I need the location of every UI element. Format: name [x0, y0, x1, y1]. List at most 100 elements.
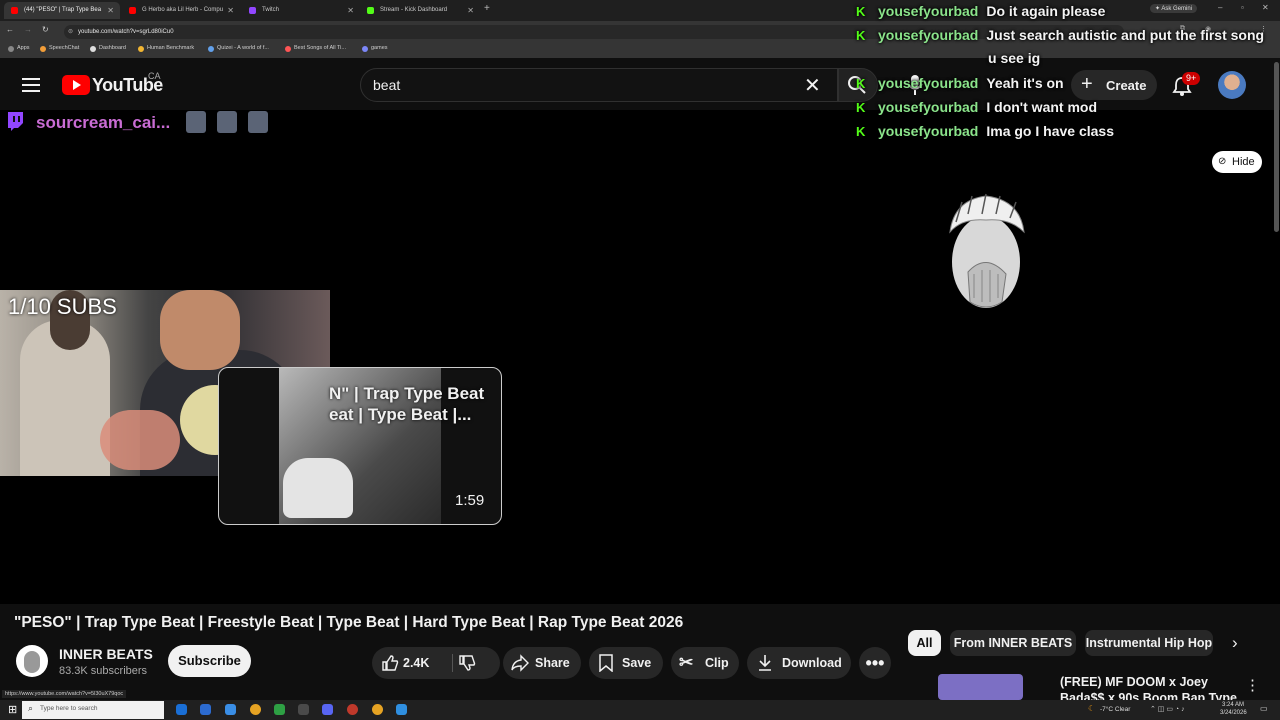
emote-icon: [217, 111, 237, 133]
reload-icon[interactable]: ↻: [42, 25, 49, 34]
hide-button[interactable]: ⊘ Hide: [1212, 151, 1262, 173]
recommendation-title[interactable]: (FREE) MF DOOM x Joey: [1060, 675, 1208, 689]
bookmark-best-songs[interactable]: Best Songs of All Ti...: [285, 45, 346, 52]
clear-search-icon[interactable]: ✕: [804, 73, 821, 98]
tab-twitch[interactable]: Twitch ✕: [242, 2, 360, 19]
tab-youtube-peso[interactable]: (44) "PESO" | Trap Type Bea ✕: [4, 2, 120, 19]
tab-kick-dashboard[interactable]: Stream - Kick Dashboard ✕: [360, 2, 480, 19]
scissors-icon: ✂: [679, 653, 694, 672]
emote-icon: [186, 111, 206, 133]
dashboard-icon: [90, 46, 96, 52]
clock-time: 3:24 AM: [1222, 702, 1245, 708]
app-icon[interactable]: [225, 704, 236, 715]
subs-goal: 1/10 SUBS: [8, 294, 117, 319]
new-tab-icon[interactable]: +: [484, 3, 490, 14]
chat-username: yousefyourbad: [878, 123, 979, 139]
close-tab-icon[interactable]: ✕: [227, 2, 234, 19]
minimize-icon[interactable]: –: [1218, 3, 1222, 12]
tab-label: Twitch: [262, 7, 280, 13]
bookmark-label: Best Songs of All Ti...: [294, 45, 346, 51]
maximize-icon[interactable]: ▫: [1241, 3, 1244, 12]
share-label: Share: [535, 656, 570, 670]
video-preview-card[interactable]: N" | Trap Type Beat eat | Type Beat |...…: [218, 367, 502, 525]
ask-gemini-button[interactable]: ✦ Ask Gemini: [1150, 4, 1198, 13]
more-vertical-icon[interactable]: ⋮: [1245, 676, 1260, 694]
video-player[interactable]: sourcream_cai... 1/10 SUBS N" | Trap Typ…: [0, 110, 1280, 604]
bookmark-icon: [599, 654, 613, 672]
download-button[interactable]: Download: [747, 647, 851, 679]
notification-center-icon[interactable]: ▭: [1260, 704, 1268, 713]
bookmark-dashboard[interactable]: Dashboard: [90, 45, 126, 52]
search-input[interactable]: beat ✕: [360, 68, 838, 102]
url-text: youtube.com/watch?v=sgrLd80iCu0: [78, 29, 174, 35]
bookmark-apps[interactable]: Apps: [8, 45, 30, 52]
taskbar-search-input[interactable]: ⌕ Type here to search: [22, 701, 164, 719]
chat-username: yousefyourbad: [878, 27, 979, 43]
forward-icon[interactable]: →: [24, 25, 32, 34]
app-icon[interactable]: [396, 704, 407, 715]
close-tab-icon[interactable]: ✕: [107, 2, 114, 19]
chip-instrumental-hip-hop[interactable]: Instrumental Hip Hop: [1085, 630, 1213, 656]
bookmark-label: Quizei - A world of f...: [217, 45, 269, 51]
chevron-right-icon[interactable]: ›: [1232, 633, 1238, 653]
channel-avatar[interactable]: [16, 645, 48, 677]
clip-label: Clip: [705, 656, 729, 670]
more-horizontal-icon: •••: [865, 653, 885, 673]
close-window-icon[interactable]: ✕: [1262, 3, 1269, 12]
edge-icon[interactable]: [176, 704, 187, 715]
like-count: 2.4K: [403, 656, 430, 670]
thumbs-up-icon: [382, 655, 399, 671]
close-tab-icon[interactable]: ✕: [467, 2, 474, 19]
hamburger-menu-icon[interactable]: [22, 78, 40, 92]
discord-icon[interactable]: [322, 704, 333, 715]
chrome-icon[interactable]: [372, 704, 383, 715]
chrome-icon[interactable]: [250, 704, 261, 715]
share-button[interactable]: Share: [503, 647, 581, 679]
channel-name[interactable]: INNER BEATS: [59, 646, 153, 662]
tray-icons[interactable]: ⌃ ◫ ▭ ◔ ♪: [1150, 705, 1185, 713]
twitch-logo-icon: [8, 112, 23, 131]
bookmark-speechchat[interactable]: SpeechChat: [40, 45, 79, 52]
more-actions-button[interactable]: •••: [859, 647, 891, 679]
preview-duration: 1:59: [455, 492, 485, 509]
scrollbar[interactable]: [1274, 62, 1279, 232]
save-label: Save: [622, 656, 652, 670]
tab-youtube-gherbo[interactable]: G Herbo aka Lil Herb - Compu ✕: [122, 2, 240, 19]
save-button[interactable]: Save: [589, 647, 663, 679]
taskbar-search-placeholder: Type here to search: [40, 705, 98, 712]
video-title: "PESO" | Trap Type Beat | Freestyle Beat…: [14, 614, 684, 631]
avatar[interactable]: [1218, 71, 1246, 99]
like-button[interactable]: 2.4K: [372, 647, 450, 679]
obs-icon[interactable]: [347, 704, 358, 715]
dislike-button[interactable]: [454, 647, 500, 679]
create-button[interactable]: + Create: [1071, 70, 1157, 100]
chat-text: u see ig: [988, 50, 1041, 66]
chat-message-continuation: u see ig: [988, 50, 1040, 72]
subscribe-button[interactable]: Subscribe: [168, 645, 251, 677]
notification-badge: 9+: [1182, 72, 1201, 85]
chat-message: Kyousefyourbad Do it again please: [856, 3, 1105, 25]
bookmark-human-benchmark[interactable]: Human Benchmark: [138, 45, 194, 52]
best-songs-icon: [285, 46, 291, 52]
plus-icon: +: [1081, 73, 1093, 95]
status-url: https://www.youtube.com/watch?v=5l30uX79…: [2, 690, 127, 698]
bookmark-games[interactable]: games: [362, 45, 388, 52]
bookmark-quizei[interactable]: Quizei - A world of f...: [208, 45, 269, 52]
back-icon[interactable]: ←: [6, 25, 14, 34]
windows-start-icon[interactable]: ⊞: [8, 703, 17, 716]
download-icon: [759, 655, 771, 671]
clip-button[interactable]: ✂ Clip: [671, 647, 739, 679]
recommendation-thumbnail[interactable]: [938, 674, 1023, 700]
chip-all[interactable]: All: [908, 630, 941, 656]
xbox-icon[interactable]: [298, 704, 309, 715]
subscribe-label: Subscribe: [178, 653, 241, 668]
kick-badge-icon: K: [856, 124, 866, 139]
chat-message: Kyousefyourbad Just search autistic and p…: [856, 27, 1264, 49]
site-info-icon[interactable]: ⊜: [68, 25, 73, 39]
character-drawing: [949, 193, 1025, 308]
chip-from-channel[interactable]: From INNER BEATS: [950, 630, 1076, 656]
app-icon[interactable]: [200, 704, 211, 715]
close-tab-icon[interactable]: ✕: [347, 2, 354, 19]
chat-text: Yeah it's on: [986, 75, 1064, 91]
app-icon[interactable]: [274, 704, 285, 715]
